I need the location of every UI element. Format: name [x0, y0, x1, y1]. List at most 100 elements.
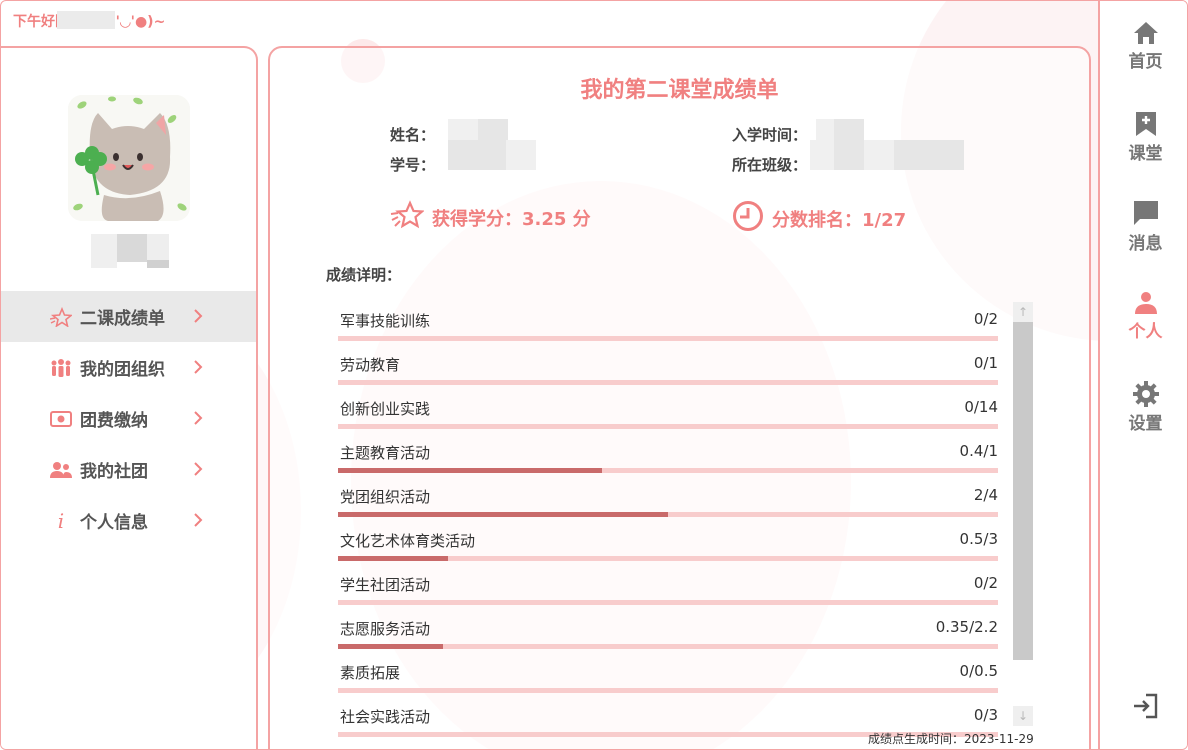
progress-track: [338, 556, 998, 561]
rank-value: 分数排名：1/27: [772, 209, 907, 231]
avatar[interactable]: [68, 95, 190, 221]
nav-label: 课堂: [1128, 144, 1163, 164]
category-name: 学生社团活动: [340, 576, 431, 594]
redacted-student-id: [506, 140, 536, 170]
category-score: 0/0.5: [959, 662, 998, 680]
generated-time: 成绩点生成时间：2023-11-29: [868, 732, 1034, 746]
category-score: 0/2: [973, 574, 998, 592]
community-icon: [50, 459, 72, 481]
progress-track: [338, 380, 998, 385]
star-sparkle-icon: [390, 200, 432, 235]
score-row: 军事技能训练 0/2: [338, 310, 1000, 354]
score-row: 主题教育活动 0.4/1: [338, 442, 1000, 486]
menu-item-club[interactable]: 我的社团: [1, 444, 256, 495]
nav-label: 个人: [1128, 322, 1163, 342]
category-name: 军事技能训练: [340, 312, 431, 330]
student-id-label: 学号：: [390, 156, 436, 174]
credits-stat: 获得学分：3.25 分: [390, 200, 591, 235]
scrollbar[interactable]: ↑ ↓: [1013, 302, 1033, 732]
redacted-username: [91, 234, 169, 268]
left-panel: 二课成绩单 我的团组织 团费缴纳 我的社团 i 个人信息: [1, 46, 258, 749]
scrollbar-thumb[interactable]: [1013, 322, 1033, 660]
category-score: 0.4/1: [959, 442, 998, 460]
progress-track: [338, 468, 998, 473]
chevron-right-icon: [193, 410, 203, 430]
category-score: 0.35/2.2: [935, 618, 998, 636]
progress-track: [338, 512, 998, 517]
menu-item-organization[interactable]: 我的团组织: [1, 342, 256, 393]
person-icon: [1100, 291, 1187, 315]
home-icon: [1100, 21, 1187, 45]
score-row: 志愿服务活动 0.35/2.2: [338, 618, 1000, 662]
chevron-right-icon: [193, 512, 203, 532]
transcript-card: 我的第二课堂成绩单 姓名： 学号： 入学时间： 所在班级： 获得学分：3.25 …: [268, 46, 1091, 749]
logout-icon[interactable]: [1132, 693, 1158, 723]
category-score: 0/2: [973, 310, 998, 328]
menu-item-label: 二课成绩单: [80, 309, 165, 329]
category-name: 志愿服务活动: [340, 620, 431, 638]
bookmark-add-icon: [1100, 111, 1187, 137]
menu-item-label: 个人信息: [80, 513, 148, 533]
score-row: 文化艺术体育类活动 0.5/3: [338, 530, 1000, 574]
nav-label: 设置: [1128, 414, 1163, 434]
score-row: 学生社团活动 0/2: [338, 574, 1000, 618]
progress-fill: [338, 512, 668, 517]
gear-icon: [1100, 381, 1187, 407]
nav-class[interactable]: 课堂: [1100, 111, 1187, 164]
people-group-icon: [50, 357, 72, 379]
menu-item-fee[interactable]: 团费缴纳: [1, 393, 256, 444]
app-window: 下午好同学！(●'◡'●)~: [0, 0, 1188, 750]
chevron-right-icon: [193, 359, 203, 379]
progress-fill: [338, 644, 443, 649]
category-score: 0/14: [964, 398, 998, 416]
category-name: 创新创业实践: [340, 400, 431, 418]
progress-track: [338, 424, 998, 429]
right-nav: 首页 课堂 消息 个人 设置: [1098, 1, 1187, 749]
nav-label: 消息: [1128, 234, 1163, 254]
name-label: 姓名：: [390, 126, 436, 144]
clock-icon: [732, 200, 772, 237]
scroll-down-arrow-icon[interactable]: ↓: [1013, 706, 1033, 726]
star-sparkle-icon: [50, 306, 72, 328]
category-score: 0/3: [973, 706, 998, 724]
redacted-name: [57, 11, 115, 29]
info-icon: i: [57, 508, 65, 533]
nav-home[interactable]: 首页: [1100, 21, 1187, 72]
detail-label: 成绩详明：: [326, 266, 402, 284]
category-score: 0.5/3: [959, 530, 998, 548]
redacted-class: [834, 140, 864, 170]
menu-item-profile[interactable]: i 个人信息: [1, 495, 256, 546]
category-name: 劳动教育: [340, 356, 401, 374]
page-title: 我的第二课堂成绩单: [580, 78, 779, 103]
class-label: 所在班级：: [732, 156, 808, 174]
category-name: 主题教育活动: [340, 444, 431, 462]
progress-track: [338, 336, 998, 341]
category-score: 0/1: [973, 354, 998, 372]
score-row: 党团组织活动 2/4: [338, 486, 1000, 530]
category-score: 2/4: [973, 486, 998, 504]
progress-fill: [338, 556, 449, 561]
scroll-up-arrow-icon[interactable]: ↑: [1013, 302, 1033, 322]
menu-item-label: 我的团组织: [80, 360, 165, 380]
chevron-right-icon: [193, 308, 203, 328]
category-name: 文化艺术体育类活动: [340, 532, 476, 550]
category-name: 党团组织活动: [340, 488, 431, 506]
redacted-class: [924, 140, 964, 170]
category-name: 社会实践活动: [340, 708, 431, 726]
greeting-prefix: 下午好: [13, 14, 55, 30]
menu-item-label: 团费缴纳: [80, 411, 148, 431]
nav-label: 首页: [1128, 52, 1163, 72]
redacted-class: [894, 140, 924, 170]
menu-item-label: 我的社团: [80, 462, 148, 482]
score-row: 素质拓展 0/0.5: [338, 662, 1000, 706]
nav-settings[interactable]: 设置: [1100, 381, 1187, 434]
greeting: 下午好同学！(●'◡'●)~: [13, 11, 165, 31]
redacted-class: [810, 140, 834, 170]
credits-value: 获得学分：3.25 分: [432, 208, 591, 230]
category-name: 素质拓展: [340, 664, 401, 682]
menu-item-transcript[interactable]: 二课成绩单: [1, 291, 256, 342]
banknote-icon: [50, 408, 72, 430]
nav-personal[interactable]: 个人: [1100, 291, 1187, 342]
score-list: 军事技能训练 0/2 劳动教育 0/1 创新创业实践 0/14 主题教育活动 0.4/1 党团组…: [338, 310, 1000, 749]
nav-messages[interactable]: 消息: [1100, 199, 1187, 254]
